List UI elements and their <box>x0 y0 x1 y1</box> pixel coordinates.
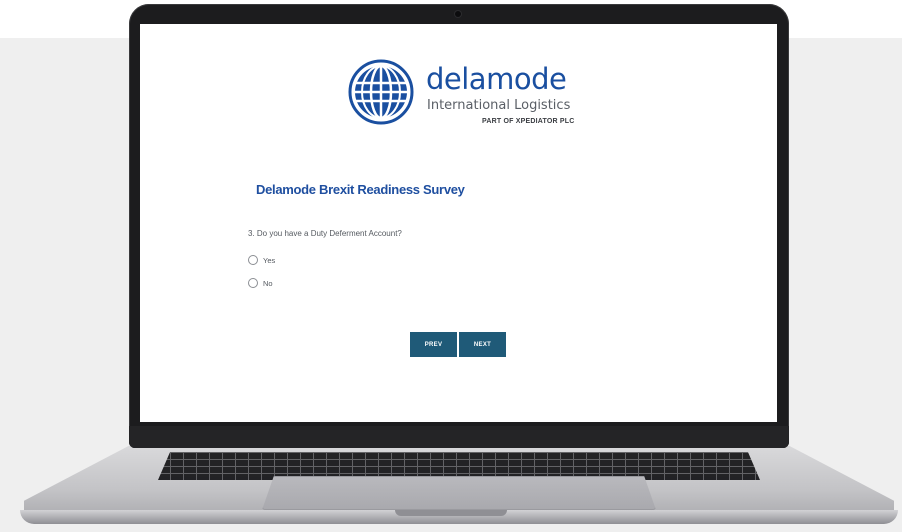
globe-icon <box>348 59 414 125</box>
screen: delamode International Logistics PART OF… <box>140 24 777 422</box>
trackpad <box>262 476 656 510</box>
camera-icon <box>455 11 461 17</box>
option-no[interactable]: No <box>248 277 273 289</box>
next-button[interactable]: NEXT <box>459 332 506 357</box>
keyboard <box>158 452 760 480</box>
survey-title: Delamode Brexit Readiness Survey <box>256 182 465 197</box>
radio-no[interactable] <box>248 278 258 288</box>
brand-name: delamode <box>426 62 567 96</box>
brand-logo: delamode International Logistics PART OF… <box>348 57 578 131</box>
option-yes[interactable]: Yes <box>248 254 275 266</box>
option-yes-label: Yes <box>263 255 276 265</box>
option-no-label: No <box>263 278 273 288</box>
laptop-notch <box>395 510 507 516</box>
radio-yes[interactable] <box>248 255 258 265</box>
prev-button[interactable]: PREV <box>410 332 457 357</box>
laptop-lid: delamode International Logistics PART OF… <box>129 4 789 448</box>
laptop-chin <box>129 426 789 448</box>
brand-subtitle: International Logistics <box>427 98 571 113</box>
brand-parent: PART OF XPEDIATOR PLC <box>482 118 575 125</box>
question-text: 3. Do you have a Duty Deferment Account? <box>248 229 402 238</box>
navigation-buttons: PREV NEXT <box>410 332 506 357</box>
laptop-mockup: delamode International Logistics PART OF… <box>0 0 902 532</box>
